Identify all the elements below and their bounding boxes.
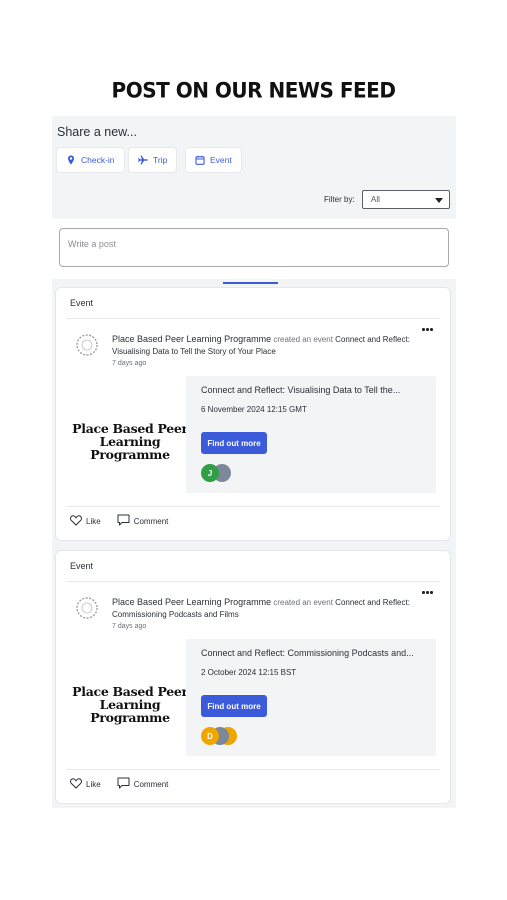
heart-icon — [70, 514, 82, 528]
event-title[interactable]: Connect and Reflect: Visualising Data to… — [201, 385, 429, 395]
event-date: 2 October 2024 12:15 BST — [201, 668, 297, 677]
comment-label: Comment — [133, 779, 169, 789]
filter-select[interactable]: All — [362, 190, 450, 209]
more-options-icon[interactable] — [422, 591, 434, 595]
event-logo-text: Place Based Peer Learning Programme — [72, 421, 188, 462]
attendee-avatar[interactable]: D — [201, 727, 219, 745]
post-action: created an event — [273, 335, 333, 344]
comment-button[interactable]: Comment — [117, 777, 169, 791]
feed-post-card: Event Place Based Peer Learning Programm… — [56, 288, 450, 540]
attendee-avatar[interactable]: J — [201, 464, 219, 482]
comment-label: Comment — [133, 516, 169, 526]
divider — [66, 318, 440, 319]
post-time: 7 days ago — [112, 360, 147, 367]
trip-button[interactable]: Trip — [129, 148, 177, 172]
event-title[interactable]: Connect and Reflect: Commissioning Podca… — [201, 648, 429, 658]
trip-label: Trip — [153, 155, 168, 165]
post-time: 7 days ago — [112, 623, 147, 630]
plane-icon — [138, 155, 148, 165]
map-pin-icon — [66, 155, 76, 165]
calendar-icon — [195, 155, 205, 165]
post-headline: Place Based Peer Learning Programme crea… — [112, 333, 424, 358]
author-logo-avatar[interactable] — [74, 595, 100, 621]
more-options-icon[interactable] — [422, 328, 434, 332]
find-out-more-button[interactable]: Find out more — [201, 432, 267, 454]
event-button[interactable]: Event — [186, 148, 241, 172]
post-actions: Like Comment — [70, 777, 168, 791]
post-actions: Like Comment — [70, 514, 168, 528]
filter-label: Filter by: — [324, 195, 355, 204]
event-date: 6 November 2024 12:15 GMT — [201, 405, 307, 414]
post-headline: Place Based Peer Learning Programme crea… — [112, 596, 424, 621]
page-title: POST ON OUR NEWS FEED — [111, 77, 396, 103]
event-preview[interactable]: Connect and Reflect: Visualising Data to… — [186, 376, 436, 493]
feed-post-card: Event Place Based Peer Learning Programm… — [56, 551, 450, 803]
like-button[interactable]: Like — [70, 777, 101, 791]
chevron-down-icon — [435, 198, 443, 203]
share-label: Share a new... — [57, 125, 137, 139]
filter-value: All — [371, 195, 380, 204]
comment-icon — [117, 514, 130, 528]
post-composer: Write a post — [52, 219, 456, 279]
feed-tab-indicator — [223, 282, 278, 284]
check-in-label: Check-in — [81, 155, 115, 165]
divider — [66, 506, 440, 507]
like-label: Like — [86, 779, 101, 789]
write-post-input[interactable]: Write a post — [59, 228, 449, 267]
post-type-label: Event — [70, 298, 94, 308]
like-button[interactable]: Like — [70, 514, 101, 528]
like-label: Like — [86, 516, 101, 526]
check-in-button[interactable]: Check-in — [57, 148, 124, 172]
heart-icon — [70, 777, 82, 791]
comment-button[interactable]: Comment — [117, 514, 169, 528]
post-type-label: Event — [70, 561, 94, 571]
news-feed: Share a new... Check-in Trip Event Filte… — [52, 116, 456, 808]
event-preview[interactable]: Connect and Reflect: Commissioning Podca… — [186, 639, 436, 756]
post-author[interactable]: Place Based Peer Learning Programme — [112, 597, 271, 607]
event-logo-text: Place Based Peer Learning Programme — [72, 684, 188, 725]
author-logo-avatar[interactable] — [74, 332, 100, 358]
find-out-more-button[interactable]: Find out more — [201, 695, 267, 717]
divider — [66, 769, 440, 770]
post-action: created an event — [273, 598, 333, 607]
post-author[interactable]: Place Based Peer Learning Programme — [112, 334, 271, 344]
event-label: Event — [210, 155, 232, 165]
divider — [66, 581, 440, 582]
comment-icon — [117, 777, 130, 791]
